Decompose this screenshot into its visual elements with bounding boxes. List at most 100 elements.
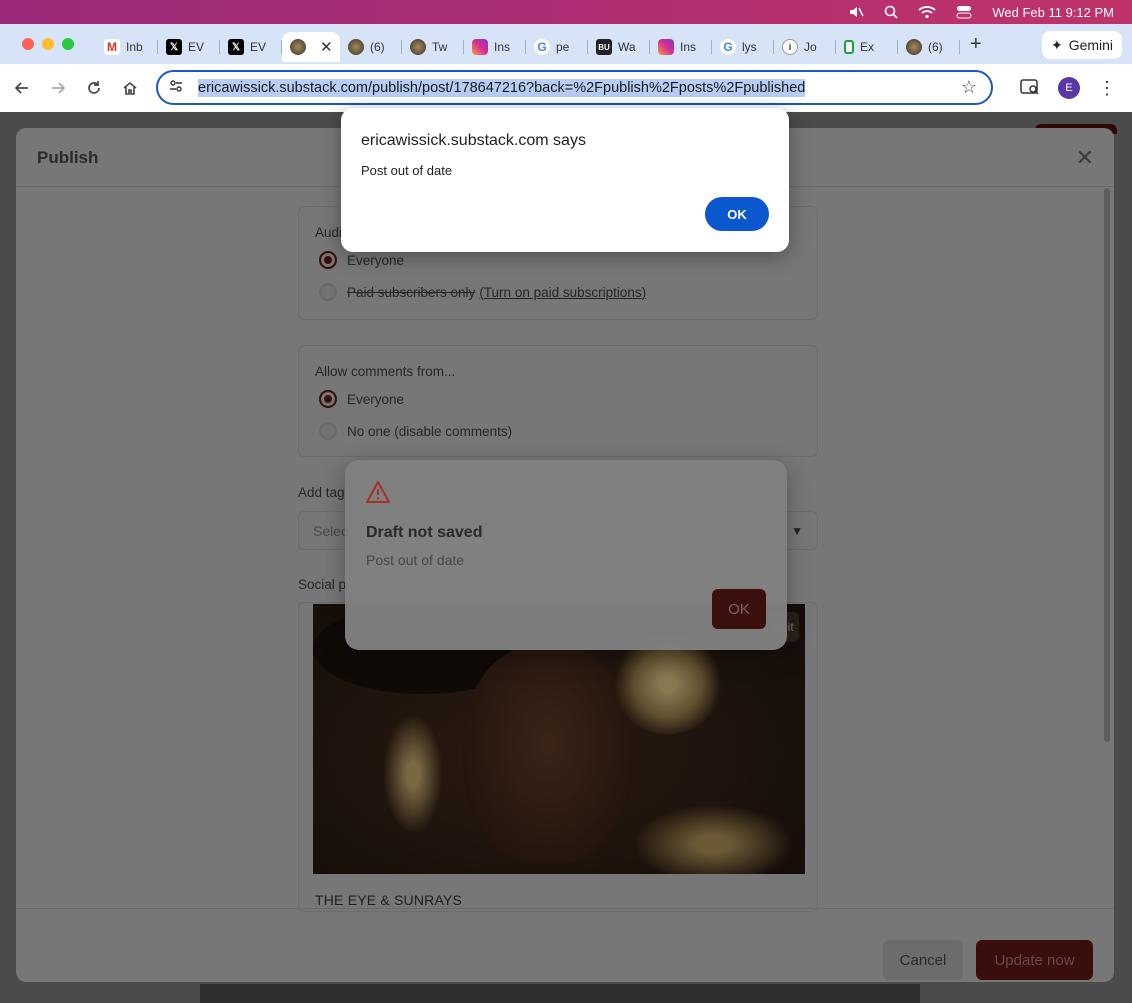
comments-option-everyone[interactable]: Everyone [319, 390, 404, 408]
comments-option-none[interactable]: No one (disable comments) [319, 422, 512, 440]
x-icon: 𝕏 [166, 39, 182, 55]
browser-toolbar: ericawissick.substack.com/publish/post/1… [0, 64, 1132, 112]
tab-label: Ins [680, 40, 697, 54]
substack-icon [410, 39, 426, 55]
browser-tab[interactable]: Tw [402, 32, 464, 62]
google-icon: G [534, 39, 550, 55]
site-info-icon[interactable] [168, 78, 184, 97]
mute-icon[interactable] [848, 5, 865, 19]
audience-option-paid: Paid subscribers only (Turn on paid subs… [319, 283, 646, 301]
browser-tab[interactable]: 𝕏 EV [158, 32, 220, 62]
browser-tab[interactable]: Ins [464, 32, 526, 62]
home-button[interactable] [112, 70, 148, 106]
browser-tab[interactable]: Gpe [526, 32, 588, 62]
wifi-icon[interactable] [918, 5, 936, 19]
background-page-strip [200, 984, 920, 1003]
browser-tab[interactable]: Glys [712, 32, 774, 62]
browser-tab[interactable]: BU Wa [588, 32, 650, 62]
new-tab-button[interactable]: + [970, 33, 982, 56]
home-icon [123, 81, 137, 95]
tab-label: Jo [804, 40, 817, 54]
alert-message: Post out of date [361, 163, 453, 178]
forward-arrow-icon [52, 82, 66, 94]
draft-not-saved-dialog: Draft not saved Post out of date OK [345, 460, 787, 650]
browser-alert-dialog: ericawissick.substack.com says Post out … [341, 108, 789, 252]
image-gold-sleeve [633, 804, 793, 874]
modal-scrollbar[interactable] [1104, 188, 1110, 742]
instagram-icon [472, 39, 488, 55]
alert-ok-button[interactable]: OK [705, 197, 769, 231]
window-controls [22, 38, 74, 50]
chevron-down-icon: ▼ [791, 524, 803, 538]
forward-button[interactable] [40, 70, 76, 106]
audience-option-everyone[interactable]: Everyone [319, 251, 404, 269]
tab-label: Ins [494, 40, 511, 54]
back-button[interactable] [4, 70, 40, 106]
modal-footer-divider [16, 908, 1114, 909]
browser-tab[interactable]: ✕ [282, 32, 340, 62]
alert-title: ericawissick.substack.com says [361, 132, 586, 149]
comments-heading: Allow comments from... [315, 364, 456, 379]
tab-label: EV [250, 40, 267, 54]
close-window-button[interactable] [22, 38, 34, 50]
radio-unselected [319, 283, 337, 301]
audience-option-label: Everyone [347, 252, 405, 268]
social-post-title: THE EYE & SUNRAYS [315, 892, 463, 908]
update-now-button[interactable]: Update now [976, 940, 1093, 980]
reload-button[interactable] [76, 70, 112, 106]
warning-icon [365, 480, 391, 507]
comments-option-label: Everyone [347, 391, 405, 407]
tab-label: pe [556, 40, 570, 54]
x-icon: 𝕏 [228, 39, 244, 55]
spotlight-search-icon[interactable] [884, 5, 898, 19]
close-tab-icon[interactable]: ✕ [320, 38, 333, 56]
modal-title: Publish [37, 148, 99, 167]
instagram-icon [658, 39, 674, 55]
control-center-icon[interactable] [956, 5, 972, 19]
browser-tab[interactable]: Ex [836, 32, 898, 62]
extension-icon [844, 40, 854, 54]
reload-icon [88, 81, 100, 94]
radio-selected[interactable] [319, 390, 337, 408]
tab-label: EV [188, 40, 205, 54]
search-tabs-icon[interactable] [1020, 78, 1040, 99]
browser-tab[interactable]: 𝕏 EV [220, 32, 282, 62]
browser-tab[interactable]: Ins [650, 32, 712, 62]
modal-close-icon[interactable]: ✕ [1076, 145, 1094, 171]
gemini-label: Gemini [1068, 37, 1114, 53]
gmail-icon: M [104, 39, 120, 55]
bookmark-star-icon[interactable]: ☆ [961, 77, 977, 98]
macos-menubar: Wed Feb 11 9:12 PM [0, 0, 1132, 24]
draft-dialog-title: Draft not saved [366, 524, 483, 541]
draft-ok-button[interactable]: OK [712, 589, 766, 629]
substack-icon [290, 39, 306, 55]
gemini-button[interactable]: ✦ Gemini [1042, 31, 1122, 59]
tab-label: Wa [618, 40, 636, 54]
tab-label: (6) [928, 40, 943, 54]
address-bar[interactable]: ericawissick.substack.com/publish/post/1… [156, 70, 993, 105]
social-preview-label: Social p [298, 577, 347, 592]
draft-dialog-message: Post out of date [366, 552, 465, 568]
paid-subscriptions-link[interactable]: (Turn on paid subscriptions) [479, 285, 646, 300]
radio-selected[interactable] [319, 251, 337, 269]
profile-avatar[interactable]: E [1058, 77, 1080, 99]
comments-card: Allow comments from... Everyone No one (… [298, 345, 818, 457]
menubar-clock[interactable]: Wed Feb 11 9:12 PM [992, 5, 1114, 20]
browser-tab[interactable]: (6) [340, 32, 402, 62]
substack-icon [348, 39, 364, 55]
substack-icon [906, 39, 922, 55]
radio-unselected[interactable] [319, 422, 337, 440]
audience-option-label: Paid subscribers only [347, 284, 476, 300]
url-text[interactable]: ericawissick.substack.com/publish/post/1… [198, 78, 806, 97]
image-gold-earring [383, 714, 443, 834]
browser-menu-icon[interactable]: ⋮ [1098, 78, 1116, 99]
minimize-window-button[interactable] [42, 38, 54, 50]
browser-tab[interactable]: (6) [898, 32, 960, 62]
comments-option-label: No one (disable comments) [347, 423, 513, 439]
cancel-button[interactable]: Cancel [883, 940, 963, 980]
google-icon: G [720, 39, 736, 55]
browser-tab[interactable]: i Jo [774, 32, 836, 62]
browser-tab[interactable]: M Inb [96, 32, 158, 62]
zoom-window-button[interactable] [62, 38, 74, 50]
tab-label: Inb [126, 40, 143, 54]
